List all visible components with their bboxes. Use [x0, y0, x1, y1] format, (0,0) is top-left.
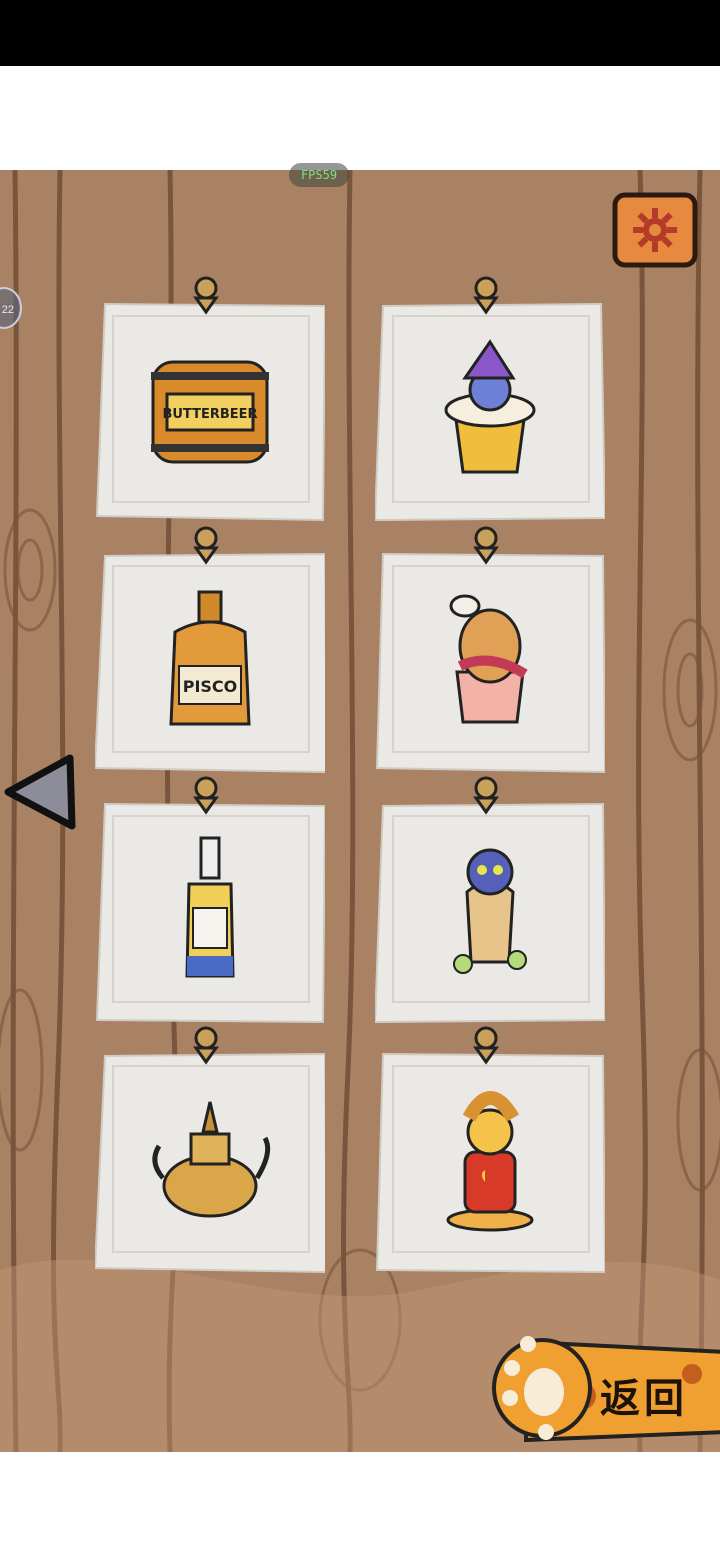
llama-cat-cocktail-icon: [449, 594, 528, 724]
drink-card-butterbeer[interactable]: BUTTERBEER: [95, 276, 325, 524]
blue-cat-snifter-icon: [453, 848, 527, 974]
drink-card-clear-liquor[interactable]: [95, 776, 325, 1024]
gear-icon: [612, 192, 698, 268]
pushpin-icon: [193, 776, 219, 815]
pushpin-icon: [193, 1026, 219, 1065]
drink-card-pisco[interactable]: PISCO: [95, 526, 325, 774]
golden-teapot-icon: [152, 1101, 271, 1218]
pushpin-icon: [193, 276, 219, 315]
drink-card-croissant-cat[interactable]: [375, 1026, 605, 1274]
pisco-bottle-icon: PISCO: [169, 590, 251, 726]
top-blank-area: [0, 66, 720, 170]
croissant-cat-icon: [446, 1091, 534, 1232]
fps-badge: FPS59: [289, 163, 349, 187]
pushpin-icon: [473, 276, 499, 315]
pushpin-icon: [473, 1026, 499, 1065]
status-bar: [0, 0, 720, 66]
drink-card-blue-cat[interactable]: [375, 776, 605, 1024]
settings-button[interactable]: [612, 192, 698, 268]
bottom-blank-area: [0, 1452, 720, 1559]
triangle-left-icon: [4, 754, 76, 830]
svg-text:BUTTERBEER: BUTTERBEER: [162, 407, 257, 422]
drink-card-wizard-cat[interactable]: [375, 276, 605, 524]
butterbeer-barrel-icon: BUTTERBEER: [151, 360, 269, 464]
liquor-bottle-icon: [185, 836, 235, 978]
wizard-cat-mug-icon: [444, 339, 536, 474]
drink-card-llama-cat[interactable]: [375, 526, 605, 774]
pushpin-icon: [473, 526, 499, 565]
pushpin-icon: [193, 526, 219, 565]
pushpin-icon: [473, 776, 499, 815]
return-button-label: 返回: [600, 1376, 688, 1422]
drink-card-teapot[interactable]: [95, 1026, 325, 1274]
previous-page-button[interactable]: [2, 750, 78, 832]
svg-text:PISCO: PISCO: [183, 677, 238, 696]
